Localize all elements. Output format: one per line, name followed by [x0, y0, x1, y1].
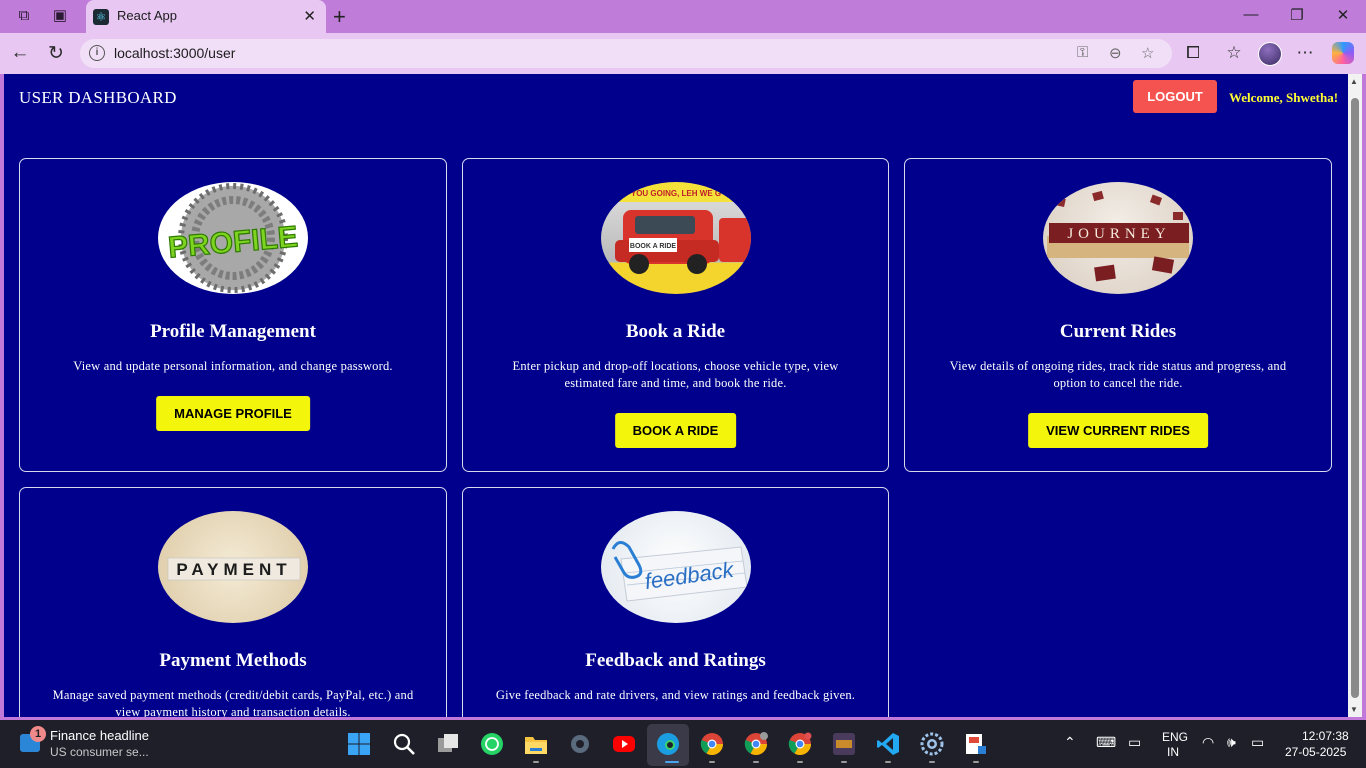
card-title: Feedback and Ratings [585, 650, 766, 671]
chrome-profile-2-icon[interactable] [788, 732, 812, 756]
site-info-icon[interactable]: i [89, 45, 105, 61]
app-running-indicator [797, 761, 803, 763]
card-current-rides: JOURNEY Current Rides View details of on… [904, 158, 1332, 472]
search-icon[interactable] [392, 732, 416, 756]
card-description: View and update personal information, an… [73, 359, 393, 373]
card-payment-methods: PAYMENT Payment Methods Manage saved pay… [19, 487, 447, 717]
browser-titlebar: ⧉ ▣ ⚛ React App ✕ + — ❐ ✕ [0, 0, 1366, 33]
window-icon[interactable]: ▭ [1128, 734, 1141, 751]
copilot-icon[interactable] [1332, 42, 1354, 64]
react-icon: ⚛ [93, 9, 109, 25]
book-ride-banner-text: YOU GOING, LEH WE G [630, 189, 720, 198]
card-title: Payment Methods [159, 650, 307, 671]
file-explorer-icon[interactable] [524, 732, 548, 756]
app-running-indicator [665, 761, 679, 763]
page-scrollbar[interactable]: ▲ ▼ [1348, 74, 1362, 717]
card-description: View details of ongoing rides, track rid… [949, 359, 1287, 390]
close-tab-icon[interactable]: ✕ [303, 7, 316, 25]
card-feedback-ratings: feedback Feedback and Ratings Give feedb… [462, 487, 889, 717]
tab-title: React App [117, 8, 177, 23]
app-running-indicator [841, 761, 847, 763]
close-window-icon[interactable]: ✕ [1333, 6, 1353, 24]
chevron-up-icon[interactable]: ⌃ [1064, 734, 1076, 751]
app-running-indicator [533, 761, 539, 763]
payment-image-text: PAYMENT [176, 560, 291, 579]
youtube-icon[interactable] [612, 732, 636, 756]
volume-icon[interactable]: 🕪 [1227, 734, 1236, 751]
vscode-icon[interactable] [876, 732, 900, 756]
new-tab-icon[interactable]: + [333, 4, 346, 30]
payment-image: PAYMENT [158, 511, 308, 623]
scroll-thumb[interactable] [1351, 98, 1359, 698]
extensions-icon[interactable]: ⧠ [1182, 43, 1204, 63]
settings-gear-icon[interactable] [568, 732, 592, 756]
windows-start-icon[interactable] [347, 732, 371, 756]
feedback-image: feedback [600, 511, 751, 623]
card-description: Give feedback and rate drivers, and view… [495, 688, 856, 702]
book-ride-image-text: BOOK A RIDE [629, 243, 675, 250]
tab-actions-icon[interactable]: ▣ [51, 7, 69, 25]
card-profile-management: PROFILE Profile Management View and upda… [19, 158, 447, 472]
key-icon[interactable]: ⚿ [1077, 44, 1088, 61]
url-text[interactable]: localhost:3000/user [114, 45, 235, 61]
scroll-up-icon[interactable]: ▲ [1350, 77, 1358, 86]
task-view-icon[interactable] [436, 732, 460, 756]
zoom-icon[interactable]: ⊖ [1109, 44, 1122, 62]
card-book-ride: YOU GOING, LEH WE G BOOK A RIDE Book a R… [462, 158, 889, 472]
language-secondary[interactable]: IN [1167, 745, 1179, 759]
notification-badge: 1 [30, 726, 46, 742]
app-running-indicator [709, 761, 715, 763]
welcome-text: Welcome, Shwetha! [1229, 90, 1339, 105]
card-title: Profile Management [150, 321, 316, 342]
keyboard-icon[interactable]: ⌨ [1096, 734, 1116, 751]
language-primary[interactable]: ENG [1162, 730, 1188, 744]
refresh-icon[interactable]: ↻ [44, 42, 68, 65]
journey-image: JOURNEY [1043, 182, 1193, 294]
edge-browser-icon[interactable] [656, 732, 680, 756]
page-title: USER DASHBOARD [19, 88, 177, 107]
minimize-icon[interactable]: — [1241, 6, 1261, 23]
card-description: Manage saved payment methods (credit/deb… [52, 688, 414, 717]
whatsapp-icon[interactable] [480, 732, 504, 756]
scroll-down-icon[interactable]: ▼ [1350, 705, 1358, 714]
more-icon[interactable]: ⋯ [1294, 43, 1316, 63]
clock-time[interactable]: 12:07:38 [1302, 729, 1349, 743]
card-title: Book a Ride [625, 321, 726, 342]
book-ride-button[interactable]: BOOK A RIDE [614, 413, 737, 448]
chrome-icon[interactable] [700, 732, 724, 756]
journey-image-text: JOURNEY [1067, 226, 1170, 242]
browser-toolbar: ← ↻ i localhost:3000/user ⚿ ⊖ ☆ ⧠ ☆ ⋯ [0, 33, 1366, 74]
clock-date[interactable]: 27-05-2025 [1285, 745, 1346, 759]
favorites-icon[interactable]: ☆ [1223, 43, 1245, 63]
favorite-star-icon[interactable]: ☆ [1141, 44, 1154, 62]
profile-image: PROFILE [158, 182, 308, 294]
chrome-profile-icon[interactable] [744, 732, 768, 756]
workspaces-icon[interactable]: ⧉ [15, 7, 33, 25]
browser-tab[interactable]: ⚛ React App ✕ [86, 0, 326, 33]
app-running-indicator [973, 761, 979, 763]
manage-profile-button[interactable]: MANAGE PROFILE [156, 396, 310, 431]
view-current-rides-button[interactable]: VIEW CURRENT RIDES [1028, 413, 1208, 448]
battery-icon[interactable]: ▭ [1251, 734, 1264, 751]
back-icon[interactable]: ← [8, 42, 32, 64]
restore-icon[interactable]: ❐ [1287, 6, 1307, 24]
page-viewport: USER DASHBOARD LOGOUT Welcome, Shwetha! … [4, 74, 1348, 717]
news-widget-title[interactable]: Finance headline [50, 728, 149, 743]
snipping-tool-icon[interactable] [964, 732, 988, 756]
app-running-indicator [753, 761, 759, 763]
card-description: Enter pickup and drop-off locations, cho… [512, 359, 839, 390]
system-settings-icon[interactable] [920, 732, 944, 756]
app-running-indicator [885, 761, 891, 763]
logout-button[interactable]: LOGOUT [1133, 80, 1217, 113]
app-running-indicator [929, 761, 935, 763]
profile-avatar[interactable] [1258, 42, 1282, 66]
book-ride-image: YOU GOING, LEH WE G BOOK A RIDE [600, 182, 751, 294]
game-app-icon[interactable] [832, 732, 856, 756]
wifi-icon[interactable]: ◠ [1202, 734, 1214, 751]
card-title: Current Rides [1059, 321, 1177, 342]
address-bar[interactable]: i localhost:3000/user ⚿ ⊖ ☆ [80, 39, 1172, 68]
news-widget-subtitle[interactable]: US consumer se... [50, 745, 149, 759]
